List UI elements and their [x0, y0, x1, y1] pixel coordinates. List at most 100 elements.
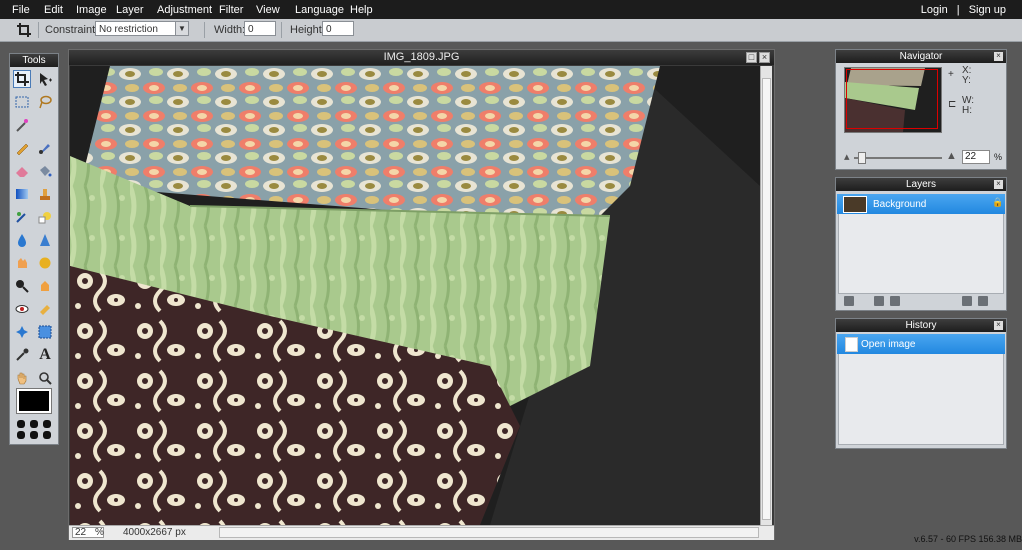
navigator-zoom-field[interactable]: 22	[962, 150, 990, 164]
layer-thumbnail	[843, 196, 867, 213]
menu-view[interactable]: View	[256, 4, 280, 16]
horizontal-scrollbar[interactable]	[219, 527, 759, 538]
burn-icon[interactable]	[36, 277, 54, 295]
zoom-slider-handle[interactable]	[858, 152, 866, 164]
menu-help[interactable]: Help	[350, 4, 373, 16]
grid-icon[interactable]	[17, 420, 53, 440]
zoom-unit: %	[95, 527, 104, 538]
signup-link[interactable]: Sign up	[969, 4, 1006, 16]
close-icon[interactable]: ×	[994, 180, 1003, 189]
version-info: v.6.57 - 60 FPS 156.38 MB	[914, 534, 1022, 544]
constraint-select[interactable]: No restriction	[95, 21, 176, 36]
tools-panel: Tools A	[9, 53, 59, 445]
history-title: History	[905, 320, 937, 331]
crosshair-icon: +	[948, 69, 954, 80]
brush-icon[interactable]	[36, 139, 54, 157]
image-status-bar: 22 % 4000x2667 px	[69, 525, 774, 540]
crop-tool-icon[interactable]	[13, 70, 31, 88]
zoom-in-icon[interactable]: ▲	[946, 150, 957, 162]
sponge-icon[interactable]	[36, 254, 54, 272]
gradient-icon[interactable]	[13, 185, 31, 203]
crop-icon	[17, 23, 31, 37]
constraint-label: Constraint:	[45, 24, 99, 36]
menu-layer[interactable]: Layer	[116, 4, 144, 16]
image-canvas[interactable]	[70, 66, 760, 525]
image-window: IMG_1809.JPG □ × 22 % 4000x2667 px	[68, 49, 775, 540]
navigator-panel: Navigator × + X: Y: ⊏ W: H: ▴ ▲ 22 %	[835, 49, 1007, 170]
menu-image[interactable]: Image	[76, 4, 107, 16]
height-field[interactable]: 0	[322, 21, 354, 36]
colorreplace-icon[interactable]	[13, 208, 31, 226]
options-bar: Constraint: No restriction ▼ Width: 0 He…	[0, 19, 1022, 42]
history-item-label: Open image	[861, 339, 916, 350]
close-icon[interactable]: ×	[994, 52, 1003, 61]
zoom-slider[interactable]	[854, 157, 942, 159]
type-icon[interactable]: A	[36, 346, 54, 364]
width-field[interactable]: 0	[244, 21, 276, 36]
vertical-scrollbar[interactable]	[760, 66, 772, 525]
dodge-icon[interactable]	[13, 277, 31, 295]
document-icon	[845, 337, 858, 352]
layer-style-icon[interactable]	[890, 296, 900, 306]
layer-settings-icon[interactable]	[844, 296, 854, 306]
navigator-zoom-unit: %	[994, 152, 1003, 162]
zoom-out-icon[interactable]: ▴	[844, 150, 850, 163]
layers-title: Layers	[905, 179, 936, 190]
stamp-icon[interactable]	[36, 185, 54, 203]
pinch-icon[interactable]	[36, 323, 54, 341]
divider	[281, 22, 282, 38]
colorpicker-icon[interactable]	[13, 346, 31, 364]
spot-icon[interactable]	[36, 300, 54, 318]
layer-name: Background	[873, 199, 927, 210]
menu-language[interactable]: Language	[295, 4, 344, 16]
move-icon[interactable]	[36, 70, 54, 88]
menu-file[interactable]: File	[12, 4, 30, 16]
chevron-down-icon[interactable]: ▼	[175, 21, 189, 36]
sharpen-icon[interactable]	[36, 231, 54, 249]
login-link[interactable]: Login	[921, 4, 948, 16]
maximize-icon[interactable]: □	[746, 52, 757, 63]
navigator-thumbnail[interactable]	[844, 67, 942, 133]
height-label: Height:	[290, 24, 325, 36]
width-label: Width:	[214, 24, 246, 36]
eraser-icon[interactable]	[13, 162, 31, 180]
marquee-icon[interactable]	[13, 93, 31, 111]
menu-adjustment[interactable]: Adjustment	[157, 4, 212, 16]
wand-icon[interactable]	[13, 116, 31, 134]
blur-icon[interactable]	[13, 231, 31, 249]
menu-filter[interactable]: Filter	[219, 4, 243, 16]
bucket-icon[interactable]	[36, 162, 54, 180]
drawing-icon[interactable]	[36, 208, 54, 226]
mask-icon[interactable]	[874, 296, 884, 306]
divider	[38, 22, 39, 38]
layers-footer	[842, 296, 1002, 308]
zoom-icon[interactable]	[36, 369, 54, 387]
lock-icon: 🔒	[992, 197, 1004, 207]
auth-links: Login | Sign up	[915, 4, 1006, 16]
navigator-zoom: ▴ ▲ 22 %	[844, 150, 1002, 166]
layers-panel: Layers × Background 🔒	[835, 177, 1007, 311]
y-label: Y:	[962, 75, 971, 86]
size-icon: ⊏	[948, 99, 957, 110]
lasso-icon[interactable]	[36, 93, 54, 111]
layer-row[interactable]: Background 🔒	[837, 194, 1005, 214]
trash-icon[interactable]	[978, 296, 988, 306]
close-icon[interactable]: ×	[759, 52, 770, 63]
new-layer-icon[interactable]	[962, 296, 972, 306]
close-icon[interactable]: ×	[994, 321, 1003, 330]
menu-edit[interactable]: Edit	[44, 4, 63, 16]
bloat-icon[interactable]	[13, 323, 31, 341]
image-dimensions: 4000x2667 px	[123, 527, 186, 538]
divider	[204, 22, 205, 38]
foreground-color-swatch[interactable]	[17, 389, 51, 413]
history-row[interactable]: Open image	[837, 334, 1005, 354]
tools-title: Tools	[10, 54, 58, 67]
hand-icon[interactable]	[13, 369, 31, 387]
menu-bar: File Edit Image Layer Adjustment Filter …	[0, 0, 1022, 19]
auth-separator: |	[956, 4, 960, 16]
history-panel: History × Open image	[835, 318, 1007, 449]
smudge-icon[interactable]	[13, 254, 31, 272]
pencil-icon[interactable]	[13, 139, 31, 157]
photo	[70, 66, 760, 525]
redeye-icon[interactable]	[13, 300, 31, 318]
